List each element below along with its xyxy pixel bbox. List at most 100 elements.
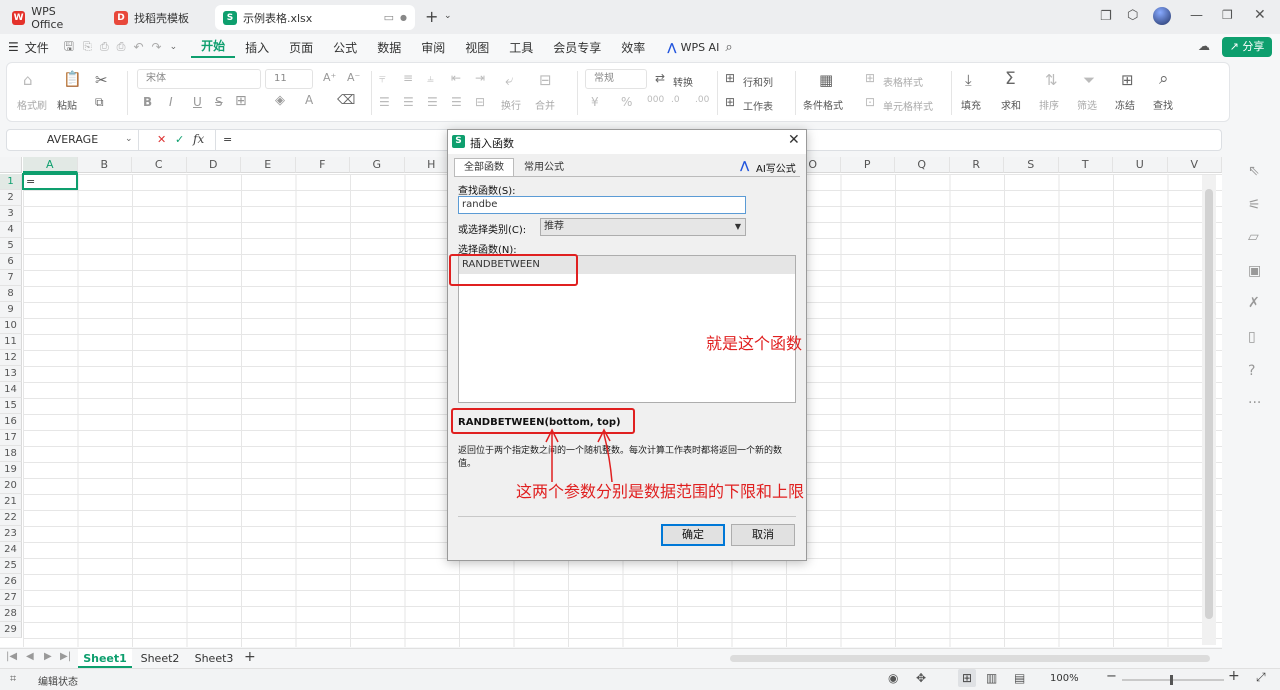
tab-wps-office[interactable]: W WPS Office [4,5,96,31]
print-preview-icon[interactable]: ⎙ [113,40,130,54]
cancel-formula-button[interactable]: ✕ [157,133,166,146]
justify-icon[interactable]: ☰ [451,95,462,109]
row-header-13[interactable]: 13 [0,366,22,382]
row-header-4[interactable]: 4 [0,222,22,238]
column-header-q[interactable]: Q [895,157,950,173]
active-cell-a1[interactable]: = [22,173,78,190]
avatar[interactable] [1153,7,1171,25]
prev-sheet-icon[interactable]: ◀ [26,651,34,662]
new-tab-icon[interactable]: + [425,7,438,26]
copy-icon[interactable]: ⧉ [95,95,104,110]
row-header-27[interactable]: 27 [0,590,22,606]
strikethrough-icon[interactable]: S̶ [215,95,223,109]
row-header-22[interactable]: 22 [0,510,22,526]
row-header-1[interactable]: 1 [0,174,22,190]
row-header-17[interactable]: 17 [0,430,22,446]
convert-icon[interactable]: ⇄ [655,71,665,85]
underline-icon[interactable]: U [193,95,202,109]
row-header-26[interactable]: 26 [0,574,22,590]
redo-icon[interactable]: ↷ [148,40,166,54]
row-header-24[interactable]: 24 [0,542,22,558]
column-header-t[interactable]: T [1058,157,1113,173]
column-header-a[interactable]: A [23,157,78,173]
tab-docer[interactable]: D 找稻壳模板 [106,5,210,30]
column-header-v[interactable]: V [1167,157,1222,173]
row-header-8[interactable]: 8 [0,286,22,302]
font-color-icon[interactable]: A [305,93,313,107]
sheet-tab-2[interactable]: Sheet2 [134,649,186,668]
horizontal-scrollbar[interactable] [730,655,1210,662]
menu-page[interactable]: 页面 [279,39,323,56]
wrap-icon[interactable]: ⤶ [505,71,513,89]
percent-icon[interactable]: % [621,95,632,109]
adjust-icon[interactable]: ⚟ [1248,197,1261,213]
conditional-format-button[interactable]: 条件格式 [803,97,843,112]
column-header-f[interactable]: F [295,157,350,173]
share-button[interactable]: ↗ 分享 [1222,37,1272,57]
worksheet-button[interactable]: 工作表 [743,98,773,113]
merge-icon[interactable]: ⊟ [539,71,552,89]
filter-button[interactable]: 筛选 [1077,97,1097,112]
convert-button[interactable]: 转换 [673,74,693,89]
vertical-scrollbar[interactable] [1202,175,1216,645]
cell-style-button[interactable]: 单元格样式 [883,98,933,113]
select-all-corner[interactable] [0,157,22,173]
menu-data[interactable]: 数据 [367,39,411,56]
fill-button[interactable]: 填充 [961,97,981,112]
zoom-in-icon[interactable]: + [1228,668,1240,684]
row-header-28[interactable]: 28 [0,606,22,622]
column-header-u[interactable]: U [1113,157,1168,173]
add-sheet-icon[interactable]: + [244,649,256,665]
paste-icon[interactable]: 📋 [63,70,82,88]
font-grow-icon[interactable]: A⁺ [323,71,336,84]
number-format-select[interactable]: 常规 [585,69,647,89]
monitor-icon[interactable]: ▭ [384,11,394,24]
ok-button[interactable]: 确定 [661,524,725,546]
chevron-down-icon[interactable]: ⌄ [125,134,133,144]
minimize-icon[interactable]: — [1190,8,1203,23]
print-icon[interactable]: ⎙ [96,40,113,54]
menu-wps-ai[interactable]: WPS AI [677,41,726,54]
row-header-29[interactable]: 29 [0,622,22,638]
row-header-16[interactable]: 16 [0,414,22,430]
scrollbar-thumb[interactable] [1205,189,1213,619]
wrap-button[interactable]: 换行 [501,97,521,112]
book-icon[interactable]: ▯ [1248,329,1256,345]
font-family-select[interactable]: 宋体 [137,69,261,89]
row-column-button[interactable]: 行和列 [743,74,773,89]
chevron-down-icon[interactable]: ⌄ [444,11,452,21]
distributed-icon[interactable]: ⊟ [475,95,485,109]
row-header-18[interactable]: 18 [0,446,22,462]
menu-formula[interactable]: 公式 [323,39,367,56]
align-middle-icon[interactable]: ≡ [403,71,413,85]
search-icon[interactable]: ⌕ [725,40,732,55]
fullscreen-icon[interactable]: ⤢ [1256,670,1266,685]
freeze-icon[interactable]: ⊞ [1121,71,1134,89]
cursor-select-icon[interactable]: ⇖ [1248,163,1260,179]
cell-style-icon[interactable]: ⊡ [865,95,875,109]
cut-icon[interactable]: ✂ [95,71,108,89]
formula-input[interactable]: = [223,133,232,146]
row-header-12[interactable]: 12 [0,350,22,366]
row-header-9[interactable]: 9 [0,302,22,318]
zoom-out-icon[interactable]: − [1106,669,1117,684]
align-bottom-icon[interactable]: ⫨ [427,71,434,86]
zoom-level[interactable]: 100% [1050,673,1079,684]
align-center-icon[interactable]: ☰ [403,95,414,109]
decimal-decrease-icon[interactable]: .00 [695,95,709,105]
row-header-7[interactable]: 7 [0,270,22,286]
column-header-r[interactable]: R [949,157,1004,173]
italic-icon[interactable]: I [169,95,173,109]
row-header-10[interactable]: 10 [0,318,22,334]
undo-icon[interactable]: ↶ [129,40,147,54]
tab-sample-xlsx[interactable]: S 示例表格.xlsx ▭ ● [215,5,415,30]
zoom-slider-handle[interactable] [1170,675,1173,685]
hamburger-icon[interactable]: ☰ [0,40,23,54]
save-icon[interactable]: 🖫 [59,37,79,58]
cube-icon[interactable]: ⬡ [1127,8,1138,23]
column-header-e[interactable]: E [241,157,296,173]
find-button[interactable]: 查找 [1153,97,1173,112]
menu-efficiency[interactable]: 效率 [611,39,655,56]
tab-common-formulas[interactable]: 常用公式 [516,159,572,176]
column-header-d[interactable]: D [186,157,241,173]
